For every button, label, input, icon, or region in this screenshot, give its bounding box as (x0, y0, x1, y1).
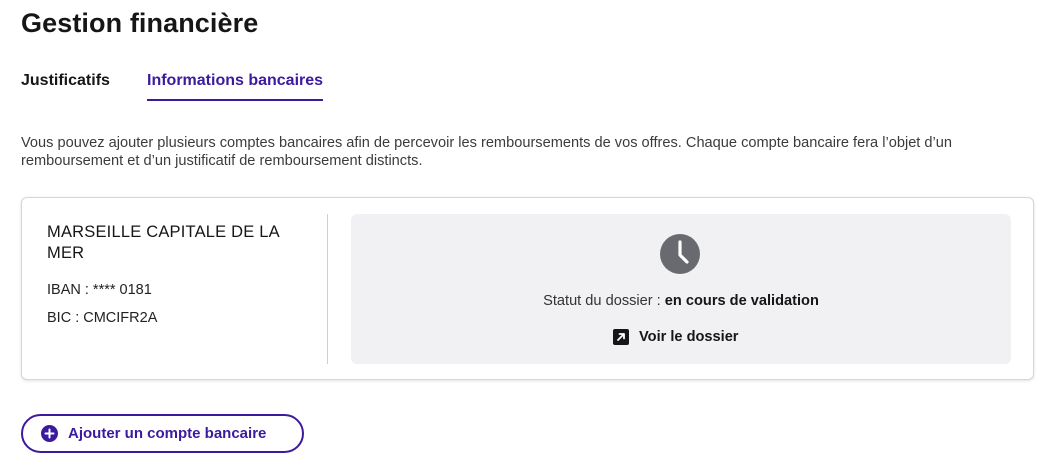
clock-icon (660, 234, 700, 274)
account-iban: IBAN : **** 0181 (47, 282, 152, 298)
status-line: Statut du dossier : en cours de validati… (351, 293, 1011, 309)
add-bank-account-label: Ajouter un compte bancaire (68, 425, 267, 442)
add-bank-account-button[interactable]: Ajouter un compte bancaire (21, 414, 304, 453)
info-description: Vous pouvez ajouter plusieurs comptes ba… (21, 135, 953, 169)
status-label: Statut du dossier : (543, 293, 665, 309)
external-link-icon (613, 329, 629, 345)
account-name: MARSEILLE CAPITALE DE LA MER (47, 223, 279, 262)
tab-justificatifs[interactable]: Justificatifs (21, 72, 110, 90)
account-bic: BIC : CMCIFR2A (47, 310, 158, 326)
view-dossier-link[interactable]: Voir le dossier (613, 329, 739, 345)
tab-informations-bancaires[interactable]: Informations bancaires (147, 72, 324, 101)
bank-account-card: MARSEILLE CAPITALE DE LA MER IBAN : ****… (21, 197, 1034, 380)
plus-circle-icon (41, 425, 58, 442)
status-value: en cours de validation (664, 293, 819, 309)
status-panel: Statut du dossier : en cours de validati… (351, 214, 1011, 364)
divider (327, 214, 328, 364)
view-dossier-label: Voir le dossier (639, 329, 739, 345)
page-title: Gestion financière (21, 8, 259, 38)
